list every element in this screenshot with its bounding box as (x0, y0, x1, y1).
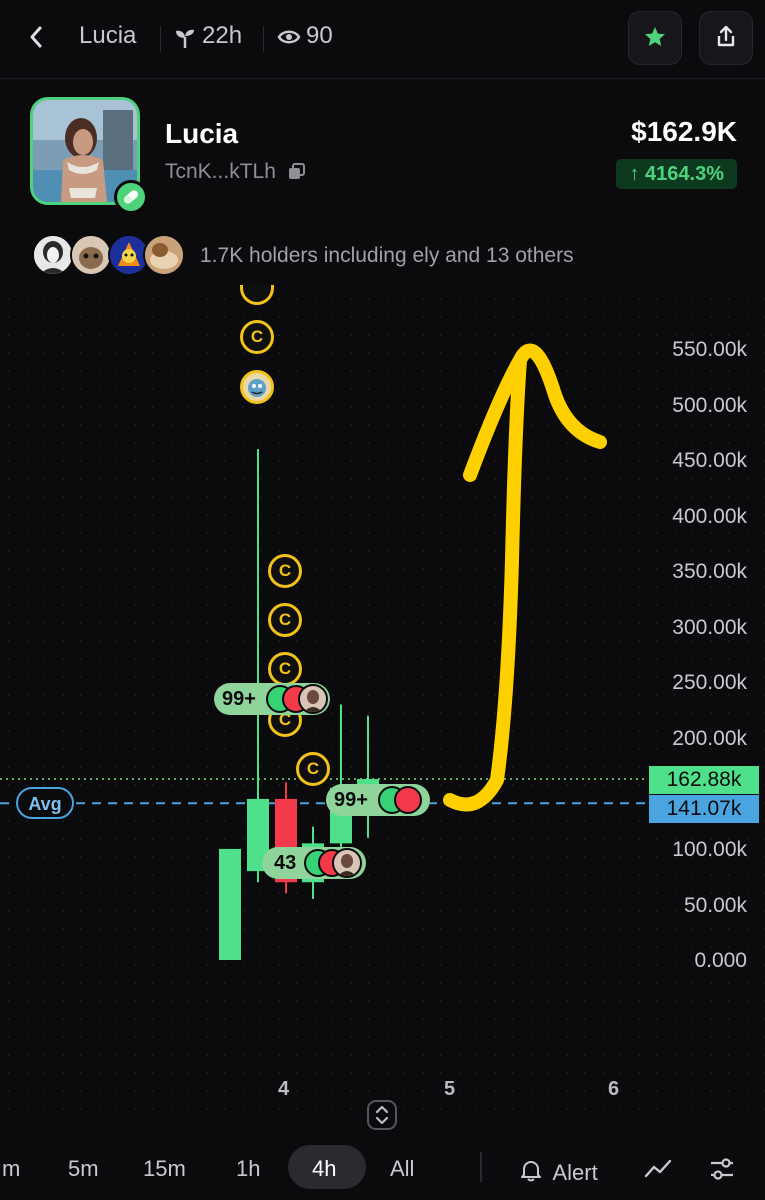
timeframe-option[interactable]: All (390, 1156, 414, 1182)
trade-group-pill[interactable]: 99+ (326, 784, 430, 816)
timeframe-option[interactable]: 1h (236, 1156, 260, 1182)
divider (480, 1152, 482, 1182)
y-tick-label: 50.00k (683, 894, 747, 917)
trade-group-pill[interactable]: 43 (262, 847, 366, 879)
timeframe-option[interactable]: m (2, 1156, 20, 1182)
x-tick-label: 6 (608, 1078, 620, 1100)
y-tick-label: 350.00k (672, 560, 747, 583)
y-tick-label: 500.00k (672, 394, 747, 417)
trade-count: 99+ (222, 688, 256, 710)
trader-avatar (298, 684, 328, 714)
y-tick-label: 100.00k (672, 838, 747, 861)
y-tick-label: 250.00k (672, 671, 747, 694)
trader-avatar (332, 848, 362, 878)
candlestick-chart (0, 343, 648, 960)
timeframe-option[interactable]: 5m (68, 1156, 99, 1182)
avg-badge[interactable]: Avg (16, 787, 74, 819)
timeframe-option-selected[interactable]: 4h (312, 1156, 336, 1182)
alert-button[interactable]: Alert (520, 1156, 598, 1185)
last-price-tag: 162.88k (649, 766, 759, 794)
y-tick-label: 200.00k (672, 727, 747, 750)
sell-indicator (394, 786, 422, 814)
candle-body[interactable] (219, 848, 241, 960)
trade-count: 99+ (334, 789, 368, 811)
x-tick-label: 5 (444, 1078, 456, 1100)
trade-marker-coin[interactable]: C (268, 554, 302, 588)
trade-marker-coin[interactable]: C (240, 320, 274, 354)
expand-chevrons-icon[interactable] (367, 1100, 397, 1130)
sliders-icon[interactable] (708, 1156, 736, 1182)
trade-group-pill[interactable]: 99+ (214, 683, 330, 715)
trade-marker-coin[interactable]: C (268, 603, 302, 637)
trade-count: 43 (274, 852, 297, 874)
trade-marker-coin[interactable]: C (296, 752, 330, 786)
line-chart-icon[interactable] (644, 1158, 672, 1180)
y-tick-label: 550.00k (672, 338, 747, 361)
avg-price-tag: 141.07k (649, 795, 759, 823)
y-tick-label: 450.00k (672, 449, 747, 472)
trade-marker-avatar[interactable] (240, 370, 274, 404)
y-tick-label: 0.000 (694, 949, 747, 972)
timeframe-option[interactable]: 15m (143, 1156, 186, 1182)
alert-label: Alert (552, 1160, 598, 1185)
annotation-arrow (443, 343, 607, 812)
bell-icon (521, 1161, 541, 1182)
y-tick-label: 300.00k (672, 616, 747, 639)
y-tick-label: 400.00k (672, 505, 747, 528)
x-tick-label: 4 (278, 1078, 290, 1100)
trade-marker-coin[interactable]: C (268, 652, 302, 686)
